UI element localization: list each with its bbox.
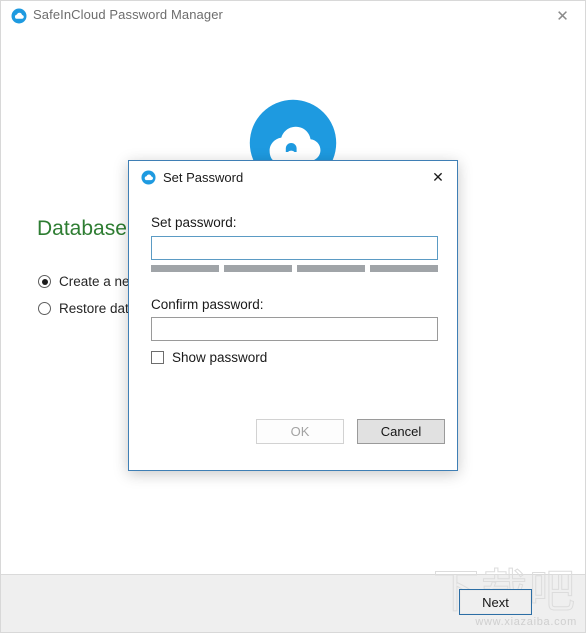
dialog-titlebar: Set Password ✕ — [129, 161, 457, 194]
ok-button[interactable]: OK — [256, 419, 344, 444]
close-icon[interactable]: ✕ — [423, 163, 453, 191]
set-password-dialog: Set Password ✕ Set password: Confirm pas… — [128, 160, 458, 471]
strength-segment — [151, 265, 219, 272]
window-title: SafeInCloud Password Manager — [33, 7, 223, 22]
set-password-label: Set password: — [151, 215, 237, 230]
strength-segment — [370, 265, 438, 272]
close-icon[interactable]: ✕ — [540, 1, 585, 31]
show-password-checkbox-row[interactable]: Show password — [151, 350, 267, 365]
radio-selected-icon — [38, 275, 51, 288]
radio-unselected-icon — [38, 302, 51, 315]
page-title: Database — [37, 217, 127, 240]
cloud-icon — [141, 170, 156, 185]
confirm-password-input[interactable] — [151, 317, 438, 341]
window-titlebar: SafeInCloud Password Manager ✕ — [1, 1, 585, 32]
strength-segment — [297, 265, 365, 272]
checkbox-unchecked-icon[interactable] — [151, 351, 164, 364]
confirm-password-label: Confirm password: — [151, 297, 264, 312]
next-button[interactable]: Next — [459, 589, 532, 615]
cancel-button[interactable]: Cancel — [357, 419, 445, 444]
watermark-url-text: www.xiazaiba.com — [475, 616, 577, 628]
dialog-title: Set Password — [163, 170, 244, 185]
password-strength-meter — [151, 265, 438, 272]
wizard-footer: 下载吧 www.xiazaiba.com Next — [1, 568, 585, 632]
strength-segment — [224, 265, 292, 272]
show-password-label: Show password — [172, 350, 268, 365]
set-password-input[interactable] — [151, 236, 438, 260]
cloud-icon — [11, 8, 27, 24]
